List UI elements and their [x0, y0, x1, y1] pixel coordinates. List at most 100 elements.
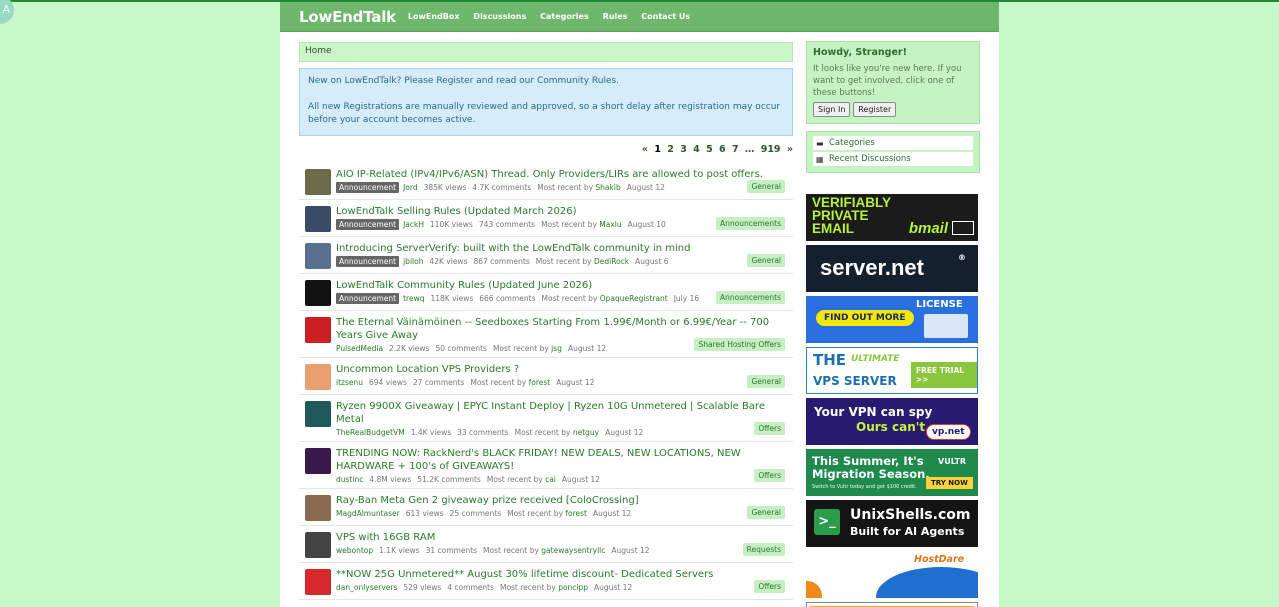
ad-servernet[interactable]: server.net ® [806, 245, 978, 292]
author-link[interactable]: JackH [403, 220, 424, 229]
site-logo[interactable]: LowEndTalk [299, 8, 396, 26]
category-tag[interactable]: Offers [754, 580, 785, 593]
category-tag[interactable]: General [747, 375, 785, 388]
category-tag[interactable]: Offers [754, 469, 785, 482]
ad-ultimate-button: FREE TRIAL >> [911, 362, 977, 388]
category-tag[interactable]: Requests [742, 543, 785, 556]
pager-page-5[interactable]: 5 [706, 144, 713, 155]
register-button[interactable]: Register [853, 102, 897, 117]
ad-vpnnet[interactable]: Your VPN can spy Ours can't. vp.net [806, 398, 978, 445]
author-link[interactable]: webontop [336, 546, 373, 555]
pager-page-1[interactable]: 1 [654, 144, 661, 155]
last-date: August 12 [594, 583, 633, 592]
last-poster-link[interactable]: poncipp [558, 583, 588, 592]
category-tag[interactable]: Announcements [716, 291, 785, 304]
pager-page-6[interactable]: 6 [719, 144, 726, 155]
avatar[interactable] [305, 532, 331, 558]
discussion-title[interactable]: Introducing ServerVerify: built with the… [336, 242, 793, 255]
discussion-title[interactable]: Ray-Ban Meta Gen 2 giveaway prize receiv… [336, 494, 793, 507]
folder-icon: ▬ [816, 138, 824, 148]
breadcrumb-home[interactable]: Home [305, 46, 332, 56]
notice-line-1: New on LowEndTalk? Please Register and r… [308, 76, 620, 86]
nav-lowendbox[interactable]: LowEndBox [408, 12, 460, 21]
last-poster-link[interactable]: jsg [551, 344, 562, 353]
ad-clicense[interactable]: LICENSE FIND OUT MORE [806, 296, 978, 343]
comment-count: 867 comments [473, 257, 530, 266]
sidebar-item-categories[interactable]: ▬ Categories [813, 136, 973, 150]
avatar[interactable] [305, 317, 331, 343]
announcement-badge: Announcement [336, 293, 400, 304]
author-link[interactable]: dan_onlyservers [336, 583, 397, 592]
view-count: 110K views [430, 220, 473, 229]
last-poster-link[interactable]: netguy [573, 428, 599, 437]
ad-unixshells[interactable]: >_ UnixShells.com Built for AI Agents [806, 500, 978, 547]
sign-in-button[interactable]: Sign In [813, 102, 851, 117]
last-date: August 12 [626, 183, 665, 192]
ad-unix-line-2: Built for AI Agents [850, 525, 965, 538]
category-tag[interactable]: General [747, 254, 785, 267]
author-link[interactable]: dustinc [336, 475, 363, 484]
avatar[interactable] [305, 169, 331, 195]
avatar[interactable] [305, 495, 331, 521]
category-tag[interactable]: General [747, 180, 785, 193]
ad-next[interactable] [806, 602, 978, 607]
pager-last[interactable]: 919 [761, 144, 781, 155]
avatar[interactable] [305, 280, 331, 306]
pager-page-7[interactable]: 7 [732, 144, 739, 155]
last-poster-link[interactable]: cai [545, 475, 556, 484]
ad-vultr[interactable]: This Summer, It's Migration Season. Swit… [806, 449, 978, 496]
avatar[interactable] [305, 364, 331, 390]
ad-bmail[interactable]: VERIFIABLY PRIVATE EMAIL bmail [806, 194, 978, 241]
ad-ultimate-vps[interactable]: THE ULTIMATE VPS SERVER FREE TRIAL >> [806, 347, 978, 394]
howdy-text: It looks like you're new here. If you wa… [813, 64, 962, 98]
avatar[interactable] [305, 243, 331, 269]
author-link[interactable]: PulsedMedia [336, 344, 383, 353]
discussion-title[interactable]: VPS with 16GB RAM [336, 531, 793, 544]
avatar[interactable] [305, 448, 331, 474]
author-link[interactable]: MagdAlmuntaser [336, 509, 400, 518]
last-poster-link[interactable]: DediRock [594, 257, 629, 266]
category-tag[interactable]: General [747, 506, 785, 519]
last-poster-link[interactable]: forest [529, 378, 551, 387]
last-poster-link[interactable]: gatewaysentryllc [541, 546, 605, 555]
nav-categories[interactable]: Categories [540, 12, 589, 21]
pager-prev[interactable]: « [642, 144, 648, 155]
author-link[interactable]: itzsenu [336, 378, 363, 387]
announcement-badge: Announcement [336, 219, 400, 230]
author-link[interactable]: TheRealBudgetVM [336, 428, 405, 437]
avatar[interactable] [305, 569, 331, 595]
corner-avatar[interactable]: A [0, 0, 14, 24]
last-poster-link[interactable]: Shakib [595, 183, 620, 192]
nav-discussions[interactable]: Discussions [473, 12, 526, 21]
avatar[interactable] [305, 401, 331, 427]
sidebar-item-recent[interactable]: ▦ Recent Discussions [813, 152, 973, 166]
discussion-title[interactable]: **NOW 25G Unmetered** August 30% lifetim… [336, 568, 793, 581]
author-link[interactable]: Jord [403, 183, 418, 192]
last-poster-link[interactable]: forest [565, 509, 587, 518]
discussion-title[interactable]: TRENDING NOW: RackNerd's BLACK FRIDAY! N… [336, 447, 793, 473]
category-tag[interactable]: Shared Hosting Offers [694, 338, 785, 351]
pager-next[interactable]: » [787, 144, 793, 155]
category-tag[interactable]: Announcements [716, 217, 785, 230]
nav-rules[interactable]: Rules [603, 12, 628, 21]
sidebar-item-label: Categories [829, 138, 875, 148]
pager-page-4[interactable]: 4 [693, 144, 700, 155]
discussion-title[interactable]: Uncommon Location VPS Providers ? [336, 363, 793, 376]
main-content: Home New on LowEndTalk? Please Register … [299, 42, 793, 600]
author-link[interactable]: jbiloh [403, 257, 423, 266]
nav-contact[interactable]: Contact Us [641, 12, 690, 21]
comment-count: 743 comments [478, 220, 536, 229]
avatar[interactable] [305, 206, 331, 232]
pager-page-2[interactable]: 2 [667, 144, 674, 155]
view-count: 1.4K views [410, 428, 452, 437]
discussion-title[interactable]: AIO IP-Related (IPv4/IPv6/ASN) Thread. O… [336, 168, 793, 181]
last-poster-link[interactable]: OpaqueRegistrant [600, 294, 668, 303]
last-date: August 10 [627, 220, 666, 229]
last-poster-link[interactable]: Maxlu [599, 220, 621, 229]
site-header: LowEndTalk LowEndBox Discussions Categor… [280, 2, 999, 32]
pager-page-3[interactable]: 3 [680, 144, 687, 155]
discussion-title[interactable]: Ryzen 9900X Giveaway | EPYC Instant Depl… [336, 400, 793, 426]
ad-hostdare[interactable]: HostDare [806, 551, 978, 598]
category-tag[interactable]: Offers [754, 422, 785, 435]
author-link[interactable]: trewq [403, 294, 424, 303]
